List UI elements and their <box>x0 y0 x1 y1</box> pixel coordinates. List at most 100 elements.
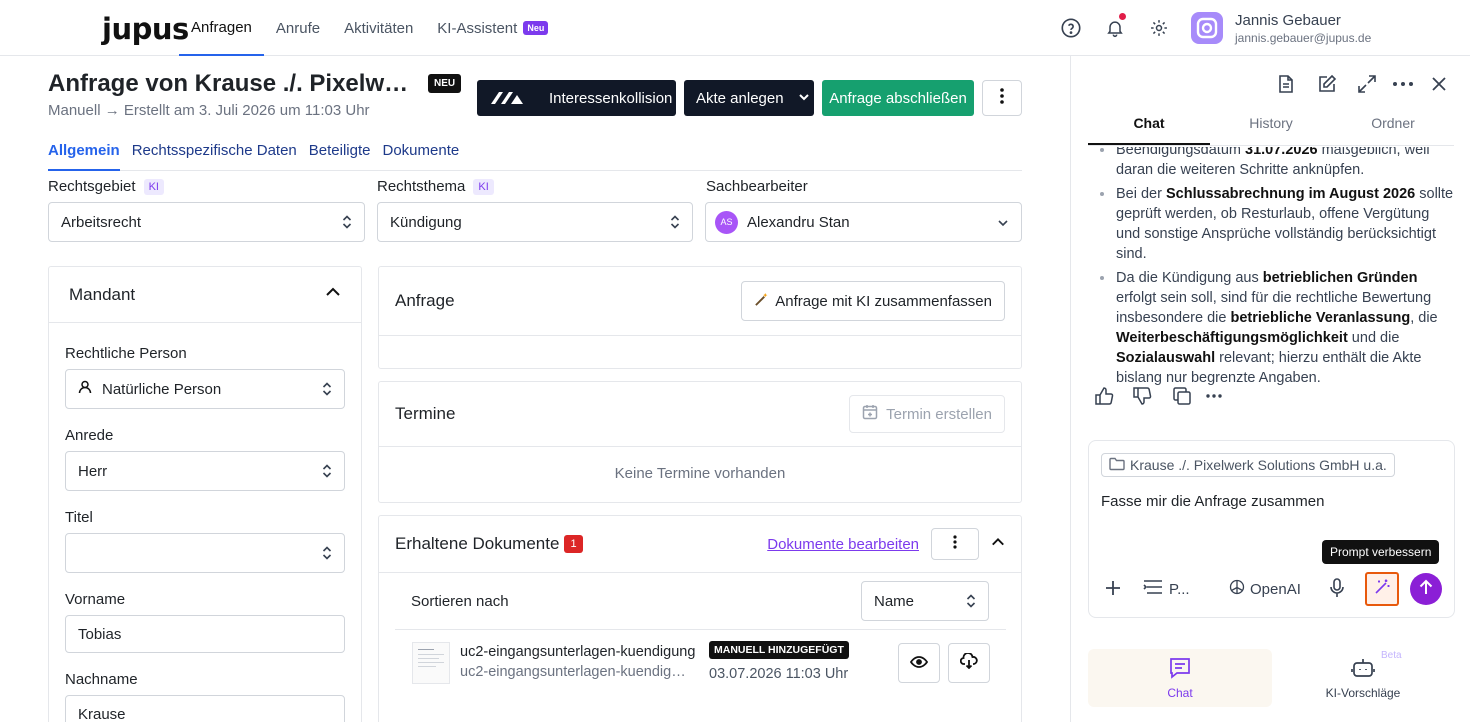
mandant-card-header[interactable]: Mandant <box>49 267 361 323</box>
document-row[interactable]: uc2-eingangsunterlagen-kuendigung uc2-ei… <box>395 630 1006 700</box>
more-horizontal-icon[interactable] <box>1204 386 1224 411</box>
summarize-with-ai-button[interactable]: Anfrage mit KI zusammenfassen <box>741 281 1005 321</box>
document-name: uc2-eingangsunterlagen-kuendigung <box>460 644 696 660</box>
label-text: Rechtsgebiet <box>48 178 136 195</box>
main-content: Anfrage von Krause ./. Pixelwerk Solutio… <box>0 56 1070 722</box>
openai-icon <box>1229 579 1245 599</box>
gear-icon[interactable] <box>1147 16 1171 40</box>
button-label: Anfrage mit KI zusammenfassen <box>775 292 992 310</box>
select-value: Name <box>874 592 915 610</box>
sort-select[interactable]: Name <box>861 581 989 621</box>
create-appointment-button[interactable]: Termin erstellen <box>849 395 1005 433</box>
document-thumbnail <box>412 642 450 684</box>
brand-logo-icon <box>489 91 549 105</box>
document-date: 03.07.2026 11:03 Uhr <box>709 666 849 682</box>
more-options-button[interactable] <box>982 80 1022 116</box>
expand-icon[interactable] <box>1357 74 1377 99</box>
help-icon[interactable] <box>1059 16 1083 40</box>
chip-label: Krause ./. Pixelwerk Solutions GmbH u.a. <box>1130 457 1387 473</box>
user-name[interactable]: Jannis Gebauer <box>1235 12 1341 29</box>
rechtliche-person-select[interactable]: Natürliche Person <box>65 369 345 409</box>
download-document-button[interactable] <box>948 643 990 683</box>
nachname-field[interactable]: Krause <box>65 695 345 722</box>
tab-history[interactable]: History <box>1210 106 1332 145</box>
thumbs-down-icon[interactable] <box>1132 386 1152 411</box>
prompt-input[interactable]: Fasse mir die Anfrage zusammen <box>1101 493 1324 510</box>
rechtsgebiet-select[interactable]: Arbeitsrecht <box>48 202 365 242</box>
response-bullet: Bei der Schlussabrechnung im August 2026… <box>1096 184 1456 264</box>
preview-document-button[interactable] <box>898 643 940 683</box>
ki-badge: KI <box>143 178 164 195</box>
button-label: Akte anlegen <box>696 89 784 107</box>
vorname-field[interactable]: Tobias <box>65 615 345 653</box>
termine-title: Termine <box>395 404 456 423</box>
bell-icon[interactable] <box>1103 13 1127 40</box>
copy-icon[interactable] <box>1172 386 1192 411</box>
magic-wand-icon <box>1373 578 1391 601</box>
anfrage-title: Anfrage <box>395 291 455 310</box>
model-label: OpenAI <box>1250 580 1301 598</box>
microphone-icon[interactable] <box>1329 578 1345 603</box>
edit-icon[interactable] <box>1317 74 1337 99</box>
model-select[interactable]: OpenAI <box>1229 579 1301 599</box>
send-button[interactable] <box>1410 573 1442 605</box>
thumbs-up-icon[interactable] <box>1094 386 1114 411</box>
context-chip[interactable]: Krause ./. Pixelwerk Solutions GmbH u.a. <box>1101 453 1395 477</box>
create-file-dropdown-button[interactable]: Akte anlegen <box>684 80 814 116</box>
prompts-button[interactable]: P... <box>1143 578 1190 600</box>
rechtsgebiet-label: Rechtsgebiet KI <box>48 178 164 195</box>
updown-chevron-icon <box>322 382 332 400</box>
rechtsthema-select[interactable]: Kündigung <box>377 202 693 242</box>
nav-aktivitaeten[interactable]: Aktivitäten <box>332 0 425 56</box>
main-nav: Anfragen Anrufe Aktivitäten KI-Assistent… <box>179 0 560 56</box>
document-icon[interactable] <box>1276 74 1296 99</box>
bottom-nav-chat[interactable]: Chat <box>1088 649 1272 707</box>
nav-anrufe[interactable]: Anrufe <box>264 0 332 56</box>
rechtsthema-label: Rechtsthema KI <box>377 178 494 195</box>
close-request-button[interactable]: Anfrage abschließen <box>822 80 974 116</box>
rechtliche-person-label: Rechtliche Person <box>65 345 187 362</box>
nav-anfragen[interactable]: Anfragen <box>179 0 264 56</box>
ai-assistant-panel: Beendigungsdatum 31.07.2026 maßgeblich, … <box>1070 56 1470 722</box>
tab-allgemein[interactable]: Allgemein <box>48 142 120 171</box>
sachbearbeiter-select[interactable]: AS Alexandru Stan <box>705 202 1022 242</box>
nav-label: Anrufe <box>275 19 321 37</box>
close-icon[interactable] <box>1431 76 1447 97</box>
select-value: Alexandru Stan <box>747 213 850 231</box>
conflict-check-button[interactable]: Interessenkollision <box>477 80 676 116</box>
documents-more-button[interactable] <box>931 528 979 560</box>
tab-chat[interactable]: Chat <box>1088 106 1210 145</box>
anrede-select[interactable]: Herr <box>65 451 345 491</box>
mandant-title: Mandant <box>69 284 136 304</box>
jupus-logo[interactable]: jupus <box>102 12 189 46</box>
plus-icon[interactable] <box>1105 580 1121 601</box>
more-horizontal-icon[interactable] <box>1392 74 1414 99</box>
nav-label: Aktivitäten <box>344 19 414 37</box>
mandant-card: Mandant Rechtliche Person Natürliche Per… <box>48 266 362 722</box>
improve-prompt-button[interactable] <box>1365 572 1399 606</box>
edit-documents-link[interactable]: Dokumente bearbeiten <box>767 536 919 553</box>
tab-dokumente[interactable]: Dokumente <box>383 142 460 171</box>
button-label: Interessenkollision <box>549 89 673 107</box>
user-avatar[interactable] <box>1191 12 1223 44</box>
manual-added-badge: MANUELL HINZUGEFÜGT <box>709 641 849 659</box>
nav-ki-assistent[interactable]: KI-Assistent Neu <box>425 0 560 56</box>
tab-beteiligte[interactable]: Beteiligte <box>309 142 371 171</box>
tab-rechtsspezifische-daten[interactable]: Rechtsspezifische Daten <box>132 142 297 171</box>
chevron-up-icon[interactable] <box>991 535 1005 554</box>
chat-input-box: Krause ./. Pixelwerk Solutions GmbH u.a.… <box>1088 440 1455 618</box>
calendar-plus-icon <box>862 404 878 424</box>
magic-wand-icon <box>754 292 769 311</box>
nav-label: KI-Assistent <box>437 19 518 37</box>
updown-chevron-icon <box>322 464 332 482</box>
updown-chevron-icon <box>670 215 680 233</box>
page-tabs: Allgemein Rechtsspezifische Daten Beteil… <box>48 142 1022 171</box>
tab-ordner[interactable]: Ordner <box>1332 106 1454 145</box>
more-vertical-icon <box>953 535 957 553</box>
nav-label: Chat <box>1167 685 1193 700</box>
titel-select[interactable] <box>65 533 345 573</box>
folder-icon <box>1109 457 1125 474</box>
button-label: P... <box>1169 580 1190 598</box>
anrede-label: Anrede <box>65 427 114 444</box>
bottom-nav-ki-vorschlaege[interactable]: Beta KI-Vorschläge <box>1271 649 1455 707</box>
